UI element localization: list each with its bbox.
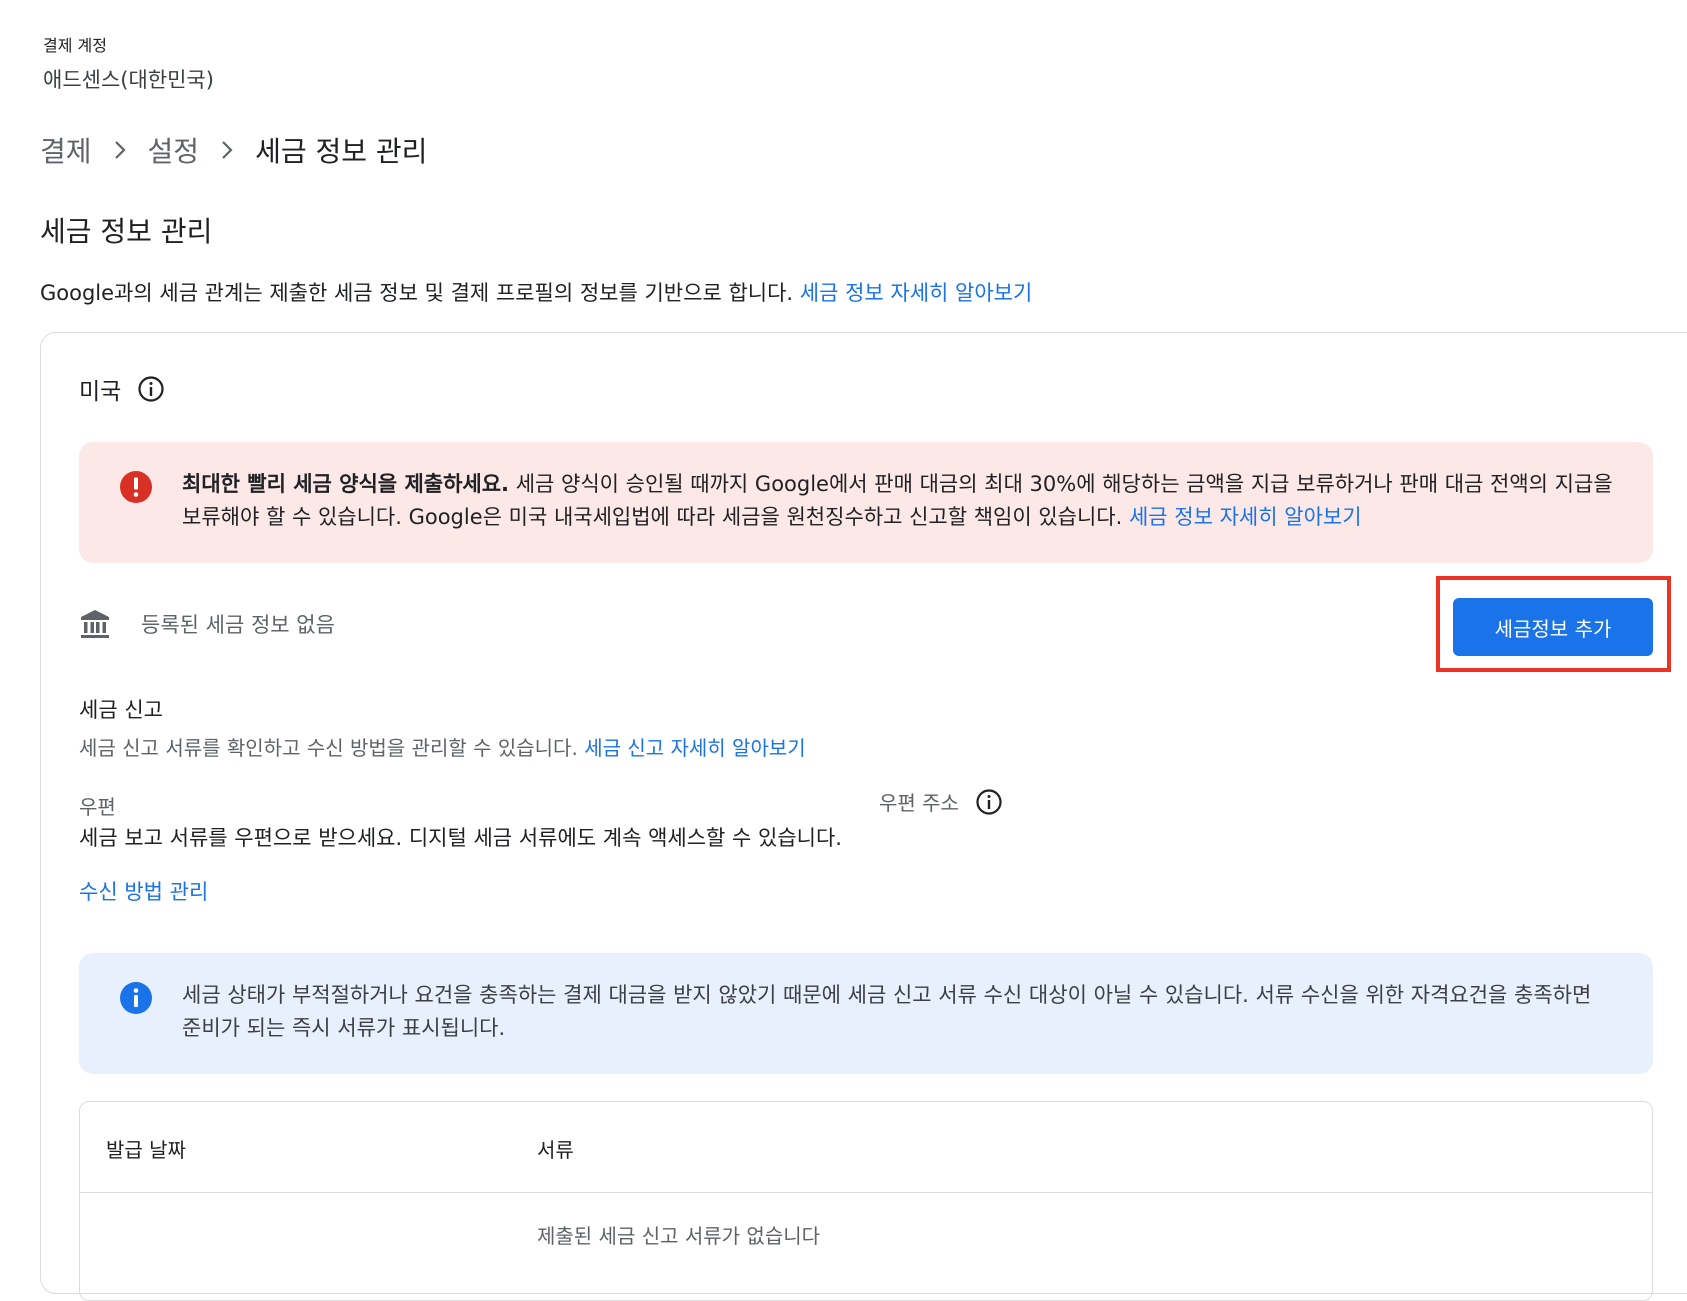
manage-delivery-method-link[interactable]: 수신 방법 관리 (79, 876, 208, 906)
mail-address-label: 우편 주소 (879, 791, 959, 815)
billing-account-name: 애드센스(대한민국) (43, 68, 214, 92)
table-header: 발급 날짜 서류 (80, 1102, 1652, 1193)
add-tax-info-button[interactable]: 세금정보 추가 (1453, 598, 1653, 656)
tax-info-status: 등록된 세금 정보 없음 (141, 613, 335, 637)
mail-description: 세금 보고 서류를 우편으로 받으세요. 디지털 세금 서류에도 계속 액세스할… (79, 826, 842, 850)
page-title: 세금 정보 관리 (40, 215, 213, 248)
info-alert-text: 세금 상태가 부적절하거나 요건을 충족하는 결제 대금을 받지 않았기 때문에… (182, 983, 1592, 1040)
info-outline-icon[interactable] (975, 788, 1003, 816)
country-header: 미국 (79, 372, 165, 406)
column-header-document[interactable]: 서류 (537, 1134, 574, 1163)
tax-reporting-description: 세금 신고 서류를 확인하고 수신 방법을 관리할 수 있습니다. 세금 신고 … (79, 732, 806, 761)
country-name: 미국 (79, 379, 122, 405)
error-icon (119, 470, 153, 508)
breadcrumb-item-settings[interactable]: 설정 (148, 130, 200, 170)
error-alert: 최대한 빨리 세금 양식을 제출하세요. 세금 양식이 승인될 때까지 Goog… (79, 442, 1653, 563)
info-alert: 세금 상태가 부적절하거나 요건을 충족하는 결제 대금을 받지 않았기 때문에… (79, 953, 1653, 1074)
table-empty-message: 제출된 세금 신고 서류가 없습니다 (537, 1224, 821, 1248)
breadcrumb-item-current: 세금 정보 관리 (255, 135, 428, 168)
billing-account-label: 결제 계정 (43, 36, 107, 55)
page-description-text: Google과의 세금 관계는 제출한 세금 정보 및 결제 프로필의 정보를 … (40, 281, 800, 305)
error-alert-text: 최대한 빨리 세금 양식을 제출하세요. 세금 양식이 승인될 때까지 Goog… (182, 468, 1613, 534)
tax-documents-table: 발급 날짜 서류 제출된 세금 신고 서류가 없습니다 (79, 1101, 1653, 1301)
info-outline-icon[interactable] (137, 375, 165, 403)
breadcrumb: 결제 설정 세금 정보 관리 (40, 130, 427, 170)
tax-info-status-row: 등록된 세금 정보 없음 (79, 608, 335, 640)
column-header-issue-date[interactable]: 발급 날짜 (106, 1134, 186, 1163)
tax-reporting-title: 세금 신고 (79, 698, 163, 722)
tax-info-learn-more-link[interactable]: 세금 정보 자세히 알아보기 (800, 281, 1033, 305)
info-icon (119, 981, 153, 1019)
mail-address-row: 우편 주소 (879, 787, 1003, 816)
bank-icon (79, 608, 111, 640)
tax-reporting-description-text: 세금 신고 서류를 확인하고 수신 방법을 관리할 수 있습니다. (79, 736, 585, 760)
chevron-right-icon (92, 139, 148, 161)
tax-reporting-learn-more-link[interactable]: 세금 신고 자세히 알아보기 (584, 736, 805, 760)
page-description: Google과의 세금 관계는 제출한 세금 정보 및 결제 프로필의 정보를 … (40, 277, 1032, 307)
error-alert-learn-more-link[interactable]: 세금 정보 자세히 알아보기 (1129, 505, 1362, 529)
chevron-right-icon (199, 139, 255, 161)
mail-label: 우편 (79, 795, 116, 819)
error-alert-headline: 최대한 빨리 세금 양식을 제출하세요. (182, 472, 510, 496)
breadcrumb-item-billing[interactable]: 결제 (40, 130, 92, 170)
